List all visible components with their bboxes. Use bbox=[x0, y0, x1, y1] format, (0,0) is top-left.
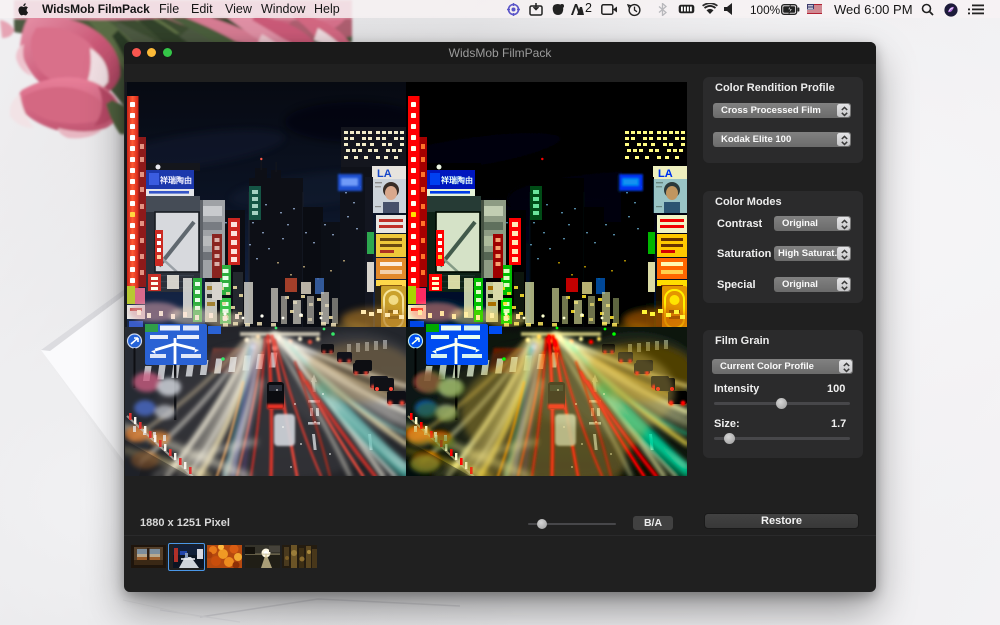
svg-text:祥瑞陶由: 祥瑞陶由 bbox=[160, 175, 192, 185]
svg-text:LA: LA bbox=[377, 168, 392, 180]
